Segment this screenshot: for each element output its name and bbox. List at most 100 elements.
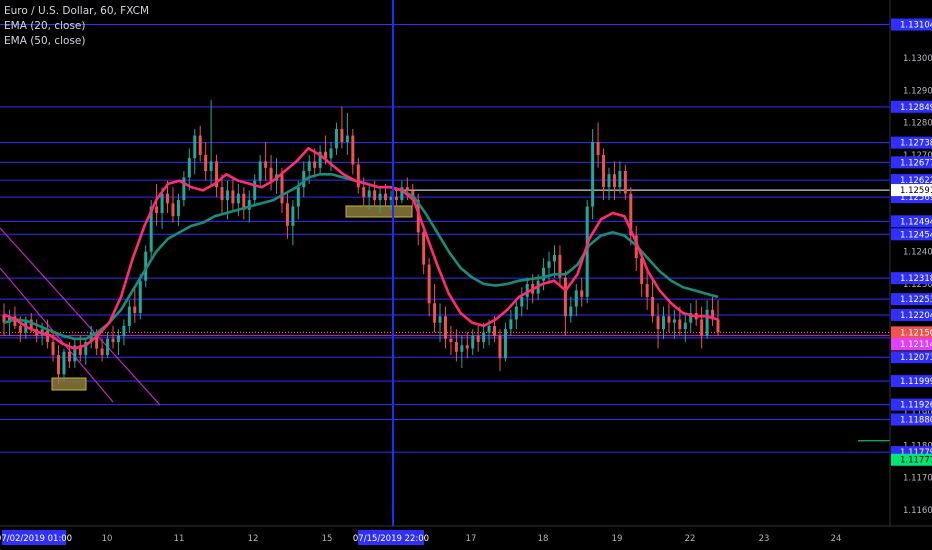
time-tick-label: 24 — [831, 534, 842, 544]
candle-body — [313, 161, 317, 168]
candle-body — [51, 342, 55, 355]
candle-body — [307, 161, 311, 172]
level-label: 1.13104 — [900, 21, 932, 31]
candle-body — [285, 203, 289, 226]
candle-body — [454, 342, 458, 352]
candle-body — [345, 135, 349, 142]
candle-body — [160, 193, 164, 213]
candle-body — [187, 158, 191, 178]
candle-body — [405, 187, 409, 191]
candle-body — [384, 193, 388, 201]
candle-body — [607, 174, 611, 188]
level-label: 1.12849 — [900, 103, 932, 113]
candle-body — [362, 187, 366, 197]
price-tick-label: 1.13000 — [903, 54, 932, 64]
candle-body — [460, 345, 464, 352]
candle-body — [57, 354, 61, 375]
candle-body — [394, 196, 398, 201]
candle-body — [683, 322, 687, 330]
candle-body — [356, 164, 360, 188]
time-highlight-label: 07/15/2019 22:00 — [353, 534, 429, 544]
candle-body — [596, 141, 600, 155]
time-tick-label: 17 — [466, 534, 477, 544]
level-label: 1.12073 — [900, 353, 932, 363]
candle-body — [700, 319, 704, 336]
candle-body — [155, 206, 159, 213]
candle-body — [487, 325, 491, 333]
candle-body — [247, 200, 251, 210]
candle-body — [498, 335, 502, 359]
candle-body — [367, 190, 371, 197]
candle-body — [476, 335, 480, 343]
candle-body — [378, 193, 382, 201]
candle-body — [100, 348, 104, 355]
candle-body — [329, 148, 333, 159]
candle-body — [231, 190, 235, 204]
candle-body — [552, 254, 556, 262]
candle-body — [269, 167, 273, 181]
candle-body — [18, 325, 22, 333]
candle-body — [258, 161, 262, 181]
candle-body — [569, 306, 573, 317]
candle-body — [656, 316, 660, 330]
candle-body — [574, 290, 578, 307]
candle-body — [705, 309, 709, 336]
candle-body — [661, 316, 665, 330]
chart-legend: Euro / U.S. Dollar, 60, FXCM EMA (20, cl… — [4, 4, 149, 49]
level-label: 1.12494 — [900, 217, 932, 227]
legend-ema50[interactable]: EMA (50, close) — [4, 34, 149, 49]
candle-body — [116, 335, 120, 343]
candle-body — [182, 177, 186, 201]
candle-body — [449, 338, 453, 343]
candle-body — [204, 154, 208, 172]
candle-body — [236, 193, 240, 204]
candle-body — [602, 154, 606, 188]
candle-body — [509, 319, 513, 330]
candle-body — [640, 258, 644, 284]
candle-body — [280, 174, 284, 204]
candle-body — [171, 203, 175, 217]
candle-body — [667, 316, 671, 323]
candle-body — [443, 316, 447, 339]
candle-body — [62, 351, 66, 375]
candle-body — [138, 280, 142, 314]
price-tick-label: 1.11700 — [903, 474, 932, 484]
candle-body — [111, 338, 115, 343]
candle-body — [209, 161, 213, 172]
zone-rectangle — [345, 205, 413, 218]
candle-body — [645, 283, 649, 297]
candle-body — [334, 129, 338, 149]
legend-ema20[interactable]: EMA (20, close) — [4, 19, 149, 34]
time-tick-label: 19 — [612, 534, 623, 544]
candle-body — [422, 232, 426, 265]
candle-body — [176, 200, 180, 217]
candle-body — [340, 129, 344, 142]
candle-body — [127, 306, 131, 326]
level-label: 1.12677 — [900, 158, 932, 168]
candle-body — [198, 135, 202, 155]
candle-body — [253, 180, 257, 201]
candle-body — [618, 171, 622, 188]
candle-body — [563, 277, 567, 317]
level-label: 1.12738 — [900, 139, 932, 149]
level-label: 1.11880 — [900, 416, 932, 426]
candle-body — [166, 193, 170, 204]
candle-body — [514, 306, 518, 320]
candle-body — [651, 296, 655, 317]
candle-body — [482, 332, 486, 343]
candle-body — [493, 325, 497, 336]
legend-symbol[interactable]: Euro / U.S. Dollar, 60, FXCM — [4, 4, 149, 19]
price-tick-label: 1.12800 — [903, 119, 932, 129]
ema-value-label: 1.12114 — [900, 340, 932, 350]
price-tick-label: 1.12400 — [903, 248, 932, 258]
candle-body — [264, 161, 268, 168]
price-tick-label: 1.11600 — [903, 506, 932, 516]
price-chart[interactable]: 1.130001.129001.128001.127001.125001.124… — [0, 0, 932, 550]
green-level-label: 1.11777 — [900, 456, 932, 466]
time-highlight-label: 07/02/2019 01:00 — [0, 534, 72, 544]
candle-body — [67, 351, 71, 362]
candle-body — [225, 190, 229, 201]
candle-body — [122, 325, 126, 336]
candle-body — [106, 338, 110, 355]
candle-body — [716, 319, 720, 333]
